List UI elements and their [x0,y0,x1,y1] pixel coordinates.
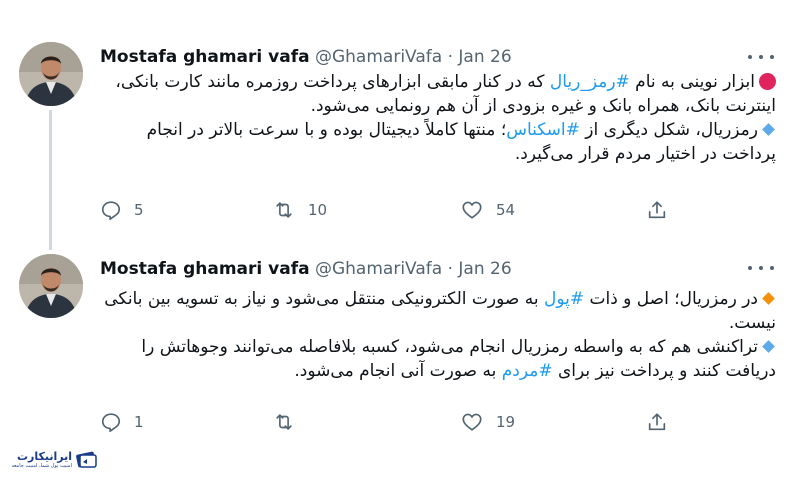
avatar[interactable] [19,42,83,106]
tweet-text: در رمزریال؛ اصل و ذات #پول به صورت الکتر… [100,287,776,383]
avatar-photo [19,254,83,318]
red-circle-icon [759,73,776,90]
hashtag-link[interactable]: #پول [544,289,584,309]
hashtag-link[interactable]: #رمز_ریال [550,72,630,92]
like-button[interactable]: 54 [460,195,515,225]
avatar[interactable] [19,254,83,318]
like-icon [462,413,482,431]
retweet-button[interactable] [272,407,308,437]
more-options-icon[interactable] [748,47,774,67]
retweet-icon [276,202,292,218]
reply-count: 1 [134,413,144,431]
retweet-icon [276,414,292,430]
author-name[interactable]: Mostafa ghamari vafa [100,47,310,67]
retweet-button[interactable]: 10 [272,195,327,225]
tweet-paragraph: رمزریال، شکل دیگری از #اسکناس؛ منتها کام… [100,118,776,166]
like-count: 19 [496,413,516,431]
hashtag-link[interactable]: #مردم [502,361,553,381]
share-icon [648,413,666,431]
card-logo-icon [76,450,98,470]
reply-button[interactable]: 1 [100,407,144,437]
text-segment: به صورت آنی انجام می‌شود. [294,361,502,381]
like-icon [462,201,482,219]
tweet-paragraph: در رمزریال؛ اصل و ذات #پول به صورت الکتر… [100,287,776,335]
orange-diamond-icon [762,292,775,305]
author-handle[interactable]: @GhamariVafa [315,259,442,279]
blue-diamond-icon [762,123,775,136]
tweet-header: Mostafa ghamari vafa @GhamariVafa · Jan … [100,257,512,281]
separator-dot: · [447,47,453,67]
reply-icon [101,413,121,432]
share-button[interactable] [646,407,668,437]
tweet-text: ابزار نوینی به نام #رمز_ریال که در کنار … [100,70,776,166]
retweet-count: 10 [308,201,328,219]
tweet-header: Mostafa ghamari vafa @GhamariVafa · Jan … [100,45,512,69]
tweet-date[interactable]: Jan 26 [458,47,511,67]
tweet-paragraph: ابزار نوینی به نام #رمز_ریال که در کنار … [100,70,776,118]
more-options-icon[interactable] [748,258,774,278]
tweet-actions: 1 19 [100,407,680,437]
reply-count: 5 [134,201,144,219]
text-segment: رمزریال، شکل دیگری از [579,120,758,140]
like-button[interactable]: 19 [460,407,515,437]
separator-dot: · [447,259,453,279]
tweet-date[interactable]: Jan 26 [458,259,511,279]
watermark-subtitle: امنیت پول شما، امنیت جامعه [11,463,72,469]
reply-icon [101,201,121,220]
watermark-logo: ایرانیکارت امنیت پول شما، امنیت جامعه [8,447,100,473]
share-icon [648,201,666,219]
avatar-photo [19,42,83,106]
watermark-text: ایرانیکارت امنیت پول شما، امنیت جامعه [8,450,72,470]
hashtag-link[interactable]: #اسکناس [506,120,580,140]
text-segment: ابزار نوینی به نام [629,72,755,92]
thread-connector-line [49,110,52,250]
watermark-title: ایرانیکارت [16,450,72,463]
text-segment: در رمزریال؛ اصل و ذات [584,289,758,309]
tweet[interactable]: Mostafa ghamari vafa @GhamariVafa · Jan … [0,0,800,250]
like-count: 54 [496,201,516,219]
tweet-paragraph: تراکنشی هم که به واسطه رمزریال انجام می‌… [100,335,776,383]
author-name[interactable]: Mostafa ghamari vafa [100,259,310,279]
tweet-actions: 5 10 54 [100,195,680,225]
tweet[interactable]: Mostafa ghamari vafa @GhamariVafa · Jan … [0,237,800,437]
blue-diamond-icon [762,340,775,353]
reply-button[interactable]: 5 [100,195,144,225]
share-button[interactable] [646,195,668,225]
author-handle[interactable]: @GhamariVafa [315,47,442,67]
